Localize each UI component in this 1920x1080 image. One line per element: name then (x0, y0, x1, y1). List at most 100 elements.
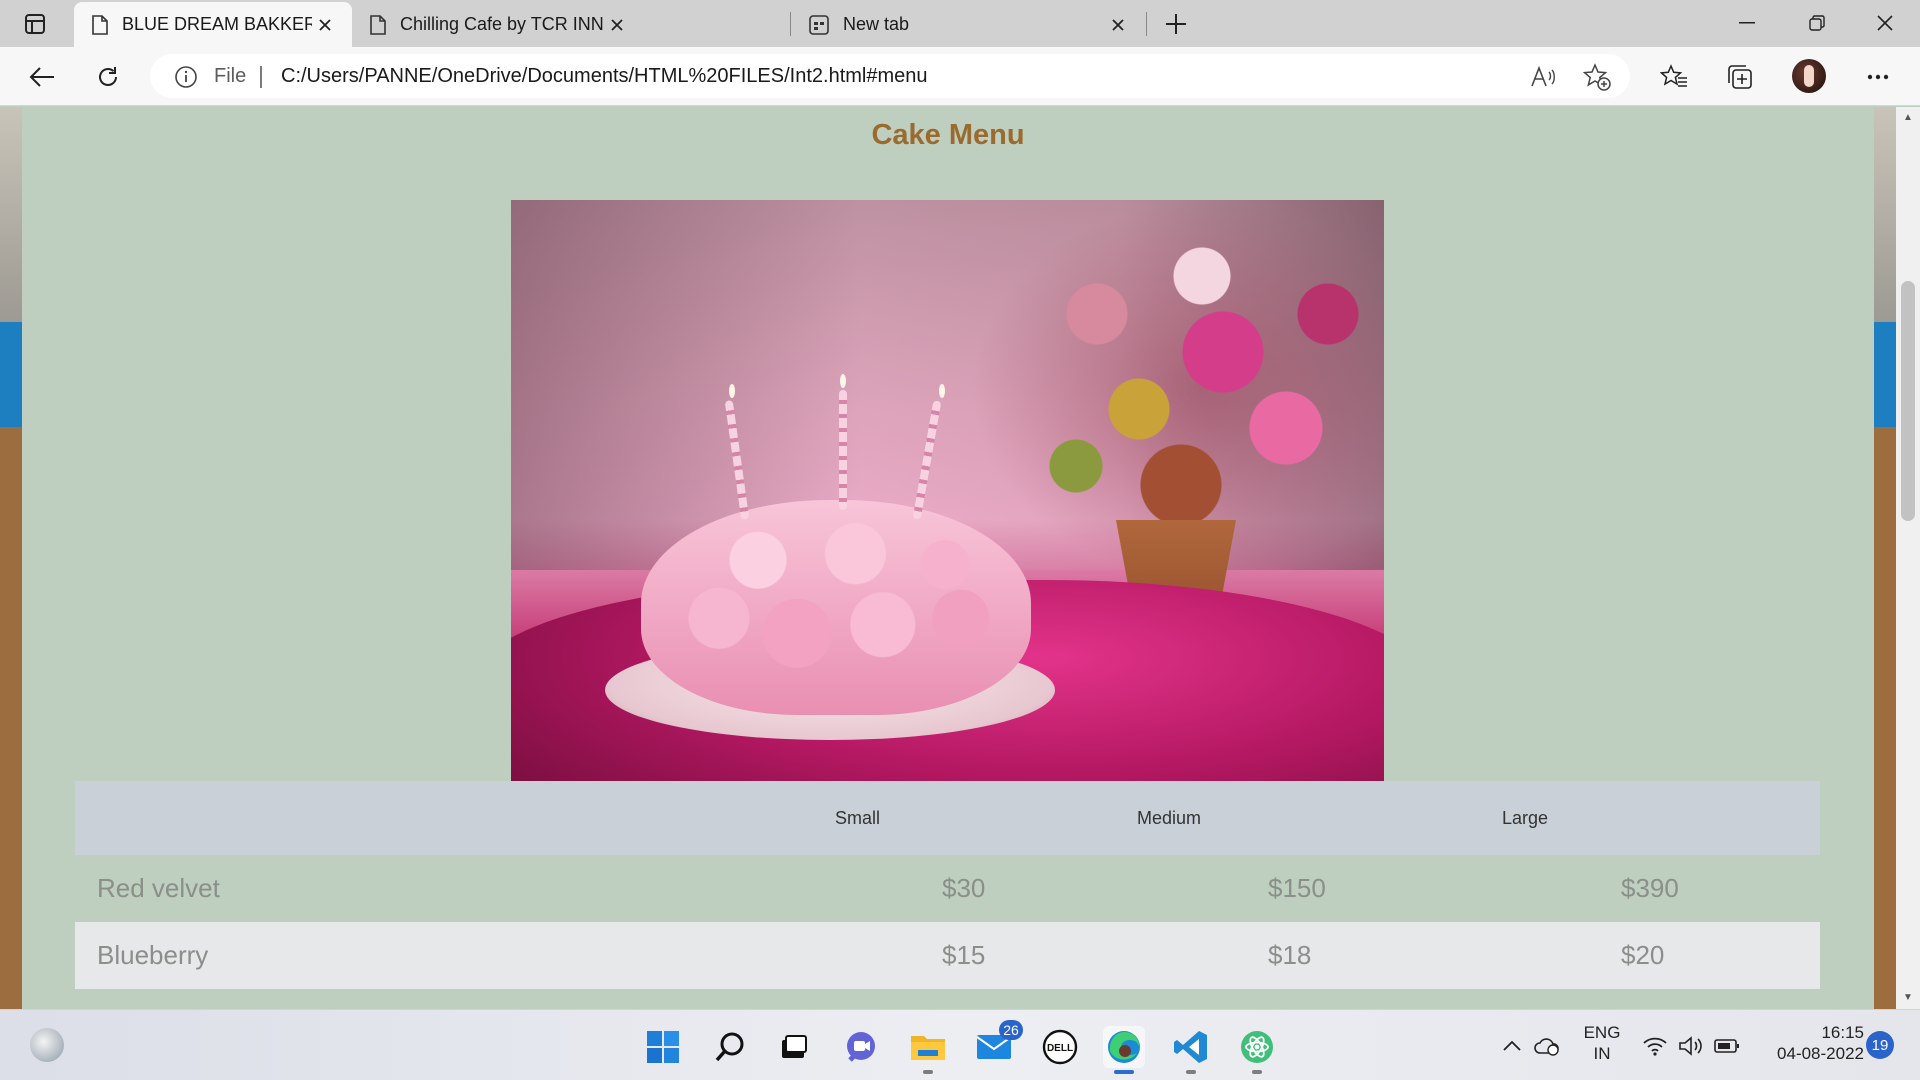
wifi-tray-button[interactable] (1640, 1026, 1670, 1066)
task-view-icon (782, 1035, 807, 1058)
refresh-button[interactable] (88, 57, 128, 97)
atom-app-button[interactable] (1236, 1026, 1278, 1074)
weather-widget-icon[interactable] (30, 1028, 64, 1062)
teams-chat-button[interactable] (840, 1026, 882, 1068)
new-tab-page-icon (809, 14, 829, 35)
collections-icon (1728, 65, 1752, 89)
language-indicator[interactable]: ENG IN (1580, 1022, 1624, 1064)
tab-new-tab[interactable]: New tab (791, 2, 1145, 47)
dell-app-button[interactable]: DELL (1039, 1026, 1081, 1068)
tab-actions-button[interactable] (14, 8, 56, 40)
cake-name-cell: Blueberry (97, 940, 209, 970)
vscode-icon (1174, 1031, 1207, 1063)
running-indicator (1186, 1070, 1196, 1074)
header-cell-medium: Medium (1137, 807, 1202, 828)
tab-actions-icon (25, 14, 45, 34)
cake-name-cell: Red velvet (97, 873, 220, 903)
info-icon[interactable] (174, 65, 198, 89)
svg-text:DELL: DELL (1047, 1043, 1073, 1054)
profile-avatar[interactable] (1792, 59, 1826, 93)
add-favorite-button[interactable] (1582, 62, 1612, 92)
tab-title: BLUE DREAM BAKKERY (122, 14, 312, 34)
right-background-strip (1874, 107, 1896, 1009)
language-code: ENG (1583, 1023, 1621, 1042)
more-horizontal-icon (1867, 74, 1889, 80)
speaker-icon (1679, 1036, 1702, 1056)
url-text[interactable]: C:/Users/PANNE/OneDrive/Documents/HTML%2… (281, 65, 928, 88)
refresh-icon (99, 67, 117, 86)
file-scheme-label: File (214, 65, 247, 87)
browser-tab-strip: BLUE DREAM BAKKERY Chilling Cafe by TCR … (0, 0, 1920, 47)
clock-date: 04-08-2022 (1777, 1044, 1864, 1063)
browser-toolbar: File C:/Users/PANNE/OneDrive/Documents/H… (0, 47, 1920, 106)
tab-chilling-cafe[interactable]: Chilling Cafe by TCR INNOVATIO (352, 2, 644, 47)
wifi-icon (1643, 1037, 1667, 1056)
restore-button[interactable] (1782, 0, 1852, 46)
page-icon (370, 14, 386, 35)
system-clock[interactable]: 16:15 04-08-2022 (1754, 1022, 1864, 1064)
header-cell-large: Large (1502, 807, 1549, 828)
close-tab-icon[interactable] (312, 12, 338, 38)
chat-icon (847, 1032, 875, 1062)
start-button[interactable] (642, 1026, 684, 1068)
favorites-icon (1660, 64, 1687, 87)
price-small-cell: $15 (942, 940, 986, 970)
back-button[interactable] (22, 57, 62, 97)
tab-blue-dream-bakkery[interactable]: BLUE DREAM BAKKERY (74, 2, 352, 47)
edge-icon (1108, 1031, 1140, 1063)
table-row: Red velvet $30 $150 $390 (75, 855, 1820, 922)
price-medium-cell: $150 (1268, 873, 1326, 903)
edge-browser-button[interactable] (1103, 1026, 1145, 1074)
star-add-icon (1583, 63, 1611, 91)
read-aloud-icon (1531, 66, 1555, 87)
vscode-button[interactable] (1170, 1026, 1212, 1074)
new-tab-button[interactable] (1158, 6, 1194, 42)
tab-separator (1146, 12, 1147, 36)
table-row: Blueberry $15 $18 $20 (75, 922, 1820, 989)
close-tab-icon[interactable] (604, 12, 630, 38)
more-menu-button[interactable] (1858, 57, 1898, 97)
price-medium-cell: $18 (1268, 940, 1312, 970)
cloud-sync-icon (1534, 1038, 1559, 1056)
plus-icon (1166, 14, 1186, 34)
table-header-row: Small Medium Large (75, 781, 1820, 855)
scroll-down-icon[interactable]: ▼ (1902, 991, 1914, 1003)
running-indicator (1252, 1070, 1262, 1074)
region-code: IN (1593, 1044, 1611, 1063)
search-button[interactable] (709, 1026, 751, 1068)
volume-tray-button[interactable] (1676, 1026, 1706, 1066)
task-view-button[interactable] (772, 1026, 814, 1068)
page-viewport: Cake Menu Small Medium Large Red velvet … (0, 107, 1920, 1009)
tab-title: New tab (843, 14, 910, 34)
minimize-button[interactable] (1712, 0, 1782, 46)
mail-button[interactable]: 26 (973, 1020, 1023, 1068)
address-divider (260, 66, 262, 88)
notification-center-badge[interactable]: 19 (1866, 1031, 1894, 1059)
header-cell-small: Small (835, 807, 881, 828)
atom-icon (1241, 1031, 1273, 1063)
price-small-cell: $30 (942, 873, 986, 903)
battery-icon (1714, 1039, 1739, 1053)
windows-taskbar: 26 DELL ENG IN 16:15 04-08-2022 19 (0, 1009, 1920, 1080)
show-hidden-icons-button[interactable] (1500, 1026, 1524, 1066)
mail-unread-badge: 26 (999, 1020, 1023, 1040)
minimize-icon (1739, 22, 1755, 24)
windows-logo-icon (647, 1031, 679, 1063)
onedrive-tray-button[interactable] (1532, 1026, 1562, 1066)
tab-title: Chilling Cafe by TCR INNOVATIO (400, 14, 604, 34)
search-icon (715, 1032, 744, 1062)
address-bar[interactable]: File C:/Users/PANNE/OneDrive/Documents/H… (150, 54, 1630, 98)
battery-tray-button[interactable] (1712, 1026, 1742, 1066)
collections-button[interactable] (1720, 57, 1760, 97)
close-window-button[interactable] (1850, 0, 1920, 46)
folder-icon (911, 1036, 945, 1060)
file-explorer-button[interactable] (907, 1026, 949, 1074)
close-tab-icon[interactable] (1105, 12, 1131, 38)
favorites-button[interactable] (1654, 57, 1694, 97)
scroll-up-icon[interactable]: ▲ (1902, 111, 1914, 123)
vertical-scrollbar[interactable]: ▲ ▼ (1896, 107, 1920, 1009)
read-aloud-button[interactable] (1528, 62, 1558, 92)
scrollbar-thumb[interactable] (1901, 281, 1915, 521)
price-table: Small Medium Large Red velvet $30 $150 $… (75, 781, 1820, 989)
page-icon (92, 14, 108, 35)
